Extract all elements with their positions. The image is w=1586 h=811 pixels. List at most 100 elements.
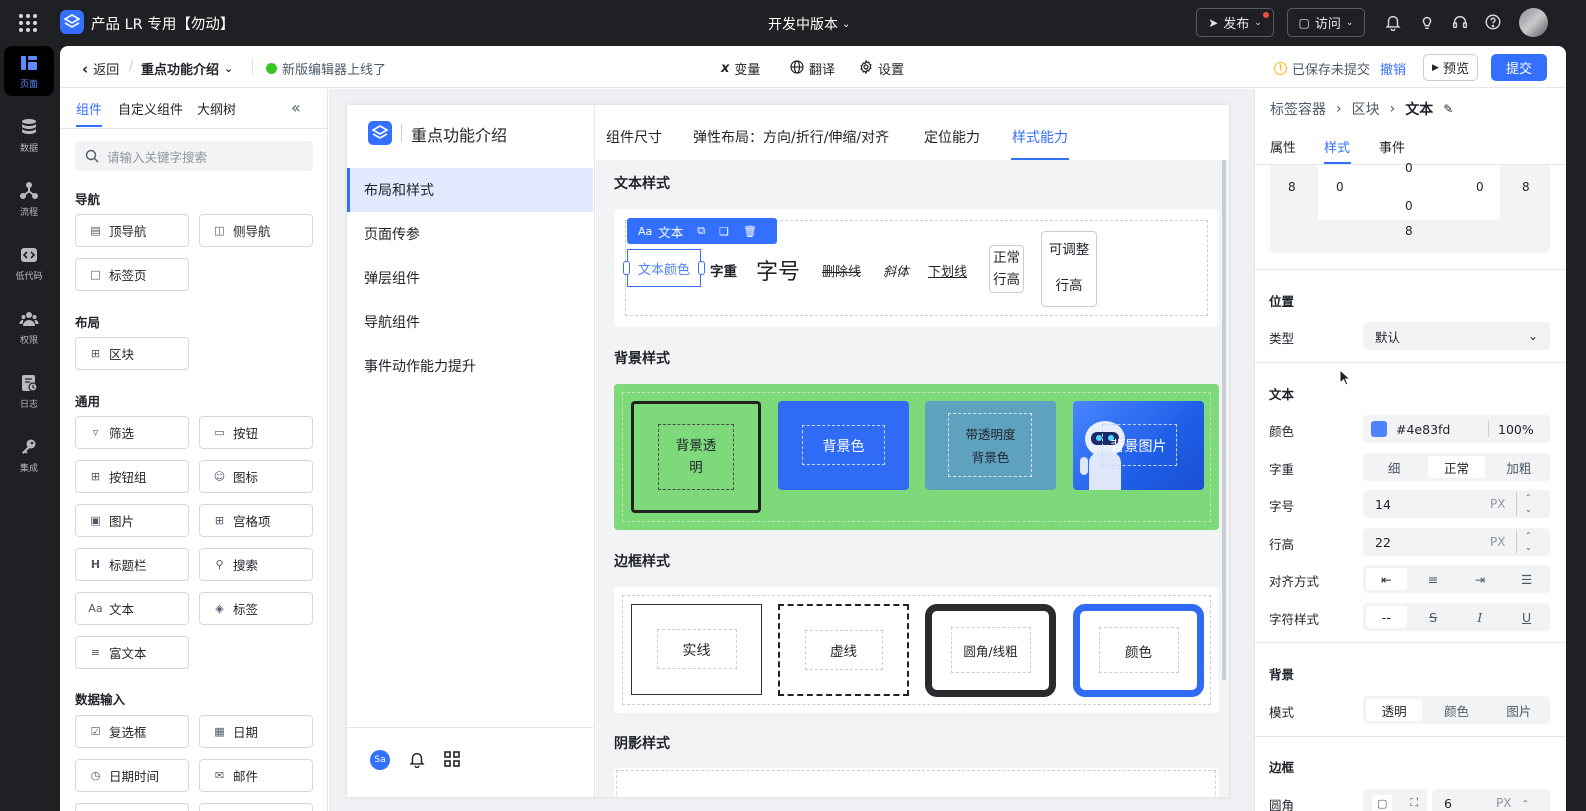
component-block[interactable]: ⊞ 区块	[75, 337, 189, 370]
radius-stepper[interactable]: 6 PX ⌃	[1432, 789, 1550, 811]
variables-button[interactable]: x 变量	[721, 59, 760, 78]
align-justify-icon[interactable]: ☰	[1506, 568, 1547, 590]
rail-item-log[interactable]: 日志	[4, 366, 54, 416]
translate-button[interactable]: 翻译	[790, 59, 835, 78]
app-name[interactable]: 产品 LR 专用【勿动】	[91, 13, 234, 34]
mode-image-option[interactable]: 图片	[1491, 699, 1547, 721]
stepper-arrows[interactable]: ⌃ ⌄	[1516, 492, 1532, 516]
italic-icon[interactable]: I	[1460, 606, 1501, 628]
chevron-up-icon[interactable]: ⌃	[1525, 492, 1532, 504]
component-image[interactable]: ▣ 图片	[75, 504, 189, 537]
bell-icon[interactable]	[1384, 13, 1404, 33]
collapse-panel-icon[interactable]: «	[291, 98, 301, 117]
font-size-stepper[interactable]: 14 PX ⌃ ⌄	[1363, 490, 1550, 518]
resize-handle-left[interactable]	[623, 261, 630, 275]
padding-bottom-value[interactable]: 0	[1405, 199, 1413, 213]
chevron-down-icon[interactable]: ⌄	[1525, 542, 1532, 554]
component-tag[interactable]: ◈ 标签	[199, 592, 313, 625]
rail-item-page[interactable]: 页面	[4, 46, 54, 96]
mode-transparent-option[interactable]: 透明	[1366, 699, 1423, 721]
tab-components[interactable]: 组件	[76, 99, 102, 118]
component-text[interactable]: Aa 文本	[75, 592, 189, 625]
apps-grid-icon[interactable]	[17, 12, 39, 34]
chevron-up-icon[interactable]: ⌃	[1525, 530, 1532, 542]
lightbulb-icon[interactable]	[1418, 13, 1438, 33]
component-search[interactable]: ⚲ 搜索	[199, 548, 313, 581]
underline-icon[interactable]: U	[1506, 606, 1547, 628]
visit-button[interactable]: ▢ 访问 ⌄	[1287, 8, 1365, 37]
text-color-sample[interactable]: 文本颜色	[627, 249, 701, 287]
tab-styles[interactable]: 样式	[1324, 137, 1350, 156]
back-button[interactable]: ‹ 返回	[82, 59, 119, 79]
undo-button[interactable]: 撤销	[1380, 59, 1406, 78]
component-rich-text[interactable]: ≡ 富文本	[75, 636, 189, 669]
tab-flex-layout[interactable]: 弹性布局：方向/折行/伸缩/对齐	[693, 127, 889, 147]
tab-component-size[interactable]: 组件尺寸	[606, 127, 662, 147]
chevron-down-icon[interactable]: ⌄	[1525, 504, 1532, 516]
rail-item-integration[interactable]: 集成	[4, 430, 54, 480]
component-grid-item[interactable]: ⊞ 宫格项	[199, 504, 313, 537]
padding-right-value[interactable]: 0	[1476, 180, 1484, 194]
preview-button[interactable]: ▶ 预览	[1423, 54, 1478, 81]
radius-value[interactable]: 6	[1444, 796, 1496, 811]
radius-uniform-icon[interactable]: ▢	[1371, 794, 1393, 811]
padding-left-value[interactable]: 0	[1336, 180, 1344, 194]
weight-thin-option[interactable]: 细	[1366, 456, 1422, 478]
component-datetime[interactable]: ◷ 日期时间	[75, 759, 189, 792]
color-field[interactable]: #4e83fd 100%	[1363, 415, 1550, 443]
component-button[interactable]: ▭ 按钮	[199, 416, 313, 449]
position-type-select[interactable]: 默认 ⌄	[1363, 322, 1550, 350]
version-selector[interactable]: 开发中版本 ⌄	[768, 14, 850, 34]
component-side-nav[interactable]: ◫ 侧导航	[199, 214, 313, 247]
rail-item-permission[interactable]: 权限	[4, 302, 54, 352]
rail-item-lowcode[interactable]: 低代码	[4, 238, 54, 288]
trash-icon[interactable]: 🗑	[743, 225, 757, 238]
tab-outline-tree[interactable]: 大纲树	[197, 99, 236, 118]
publish-button[interactable]: ➤ 发布 ⌄	[1196, 8, 1274, 37]
margin-bottom-value[interactable]: 8	[1405, 224, 1413, 238]
component-more-2[interactable]	[199, 803, 313, 811]
component-title-bar[interactable]: H 标题栏	[75, 548, 189, 581]
edit-icon[interactable]: ✎	[1443, 102, 1453, 116]
nav-page-params[interactable]: 页面传参	[347, 212, 593, 256]
align-right-icon[interactable]: ⇥	[1460, 568, 1501, 590]
settings-button[interactable]: 设置	[859, 59, 904, 78]
help-icon[interactable]	[1484, 13, 1504, 33]
component-checkbox[interactable]: ☑ 复选框	[75, 715, 189, 748]
mode-color-option[interactable]: 颜色	[1428, 699, 1484, 721]
align-center-icon[interactable]: ≡	[1413, 568, 1454, 590]
margin-left-value[interactable]: 8	[1288, 180, 1296, 194]
component-filter[interactable]: ▿ 筛选	[75, 416, 189, 449]
user-avatar[interactable]: Sa	[370, 750, 390, 770]
stepper-arrows[interactable]: ⌃ ⌄	[1516, 530, 1532, 554]
copy-icon[interactable]: ⧉	[697, 224, 705, 238]
breadcrumb-item[interactable]: 区块	[1352, 99, 1380, 119]
weight-normal-option[interactable]: 正常	[1428, 456, 1485, 478]
opacity-value[interactable]: 100%	[1498, 422, 1534, 437]
nav-layout-style[interactable]: 布局和样式	[347, 168, 593, 212]
headset-icon[interactable]	[1451, 13, 1471, 33]
resize-handle-right[interactable]	[698, 261, 705, 275]
tab-custom-components[interactable]: 自定义组件	[118, 99, 183, 118]
radius-individual-icon[interactable]: ⛶	[1410, 796, 1418, 810]
component-tab-page[interactable]: □ 标签页	[75, 258, 189, 291]
submit-button[interactable]: 提交	[1491, 54, 1547, 81]
nav-popup-components[interactable]: 弹层组件	[347, 256, 593, 300]
apps-icon[interactable]	[443, 750, 461, 772]
align-left-icon[interactable]: ⇤	[1366, 568, 1407, 590]
strikethrough-icon[interactable]: S	[1413, 606, 1454, 628]
line-height-stepper[interactable]: 22 PX ⌃ ⌄	[1363, 528, 1550, 556]
page-selector[interactable]: 重点功能介绍 ⌄	[141, 59, 233, 78]
breadcrumb-item[interactable]: 标签容器	[1270, 99, 1326, 119]
component-top-nav[interactable]: ▤ 顶导航	[75, 214, 189, 247]
tab-style[interactable]: 样式能力	[1012, 127, 1068, 147]
duplicate-icon[interactable]: ❏	[719, 225, 729, 238]
padding-top-value[interactable]: 0	[1405, 161, 1413, 175]
content-scrollbar[interactable]	[1222, 160, 1226, 680]
margin-right-value[interactable]: 8	[1522, 180, 1530, 194]
component-icon[interactable]: ☺ 图标	[199, 460, 313, 493]
tab-attributes[interactable]: 属性	[1270, 137, 1296, 156]
char-style-none[interactable]: --	[1366, 606, 1407, 628]
line-height-value[interactable]: 22	[1375, 535, 1490, 550]
weight-bold-option[interactable]: 加粗	[1491, 456, 1547, 478]
